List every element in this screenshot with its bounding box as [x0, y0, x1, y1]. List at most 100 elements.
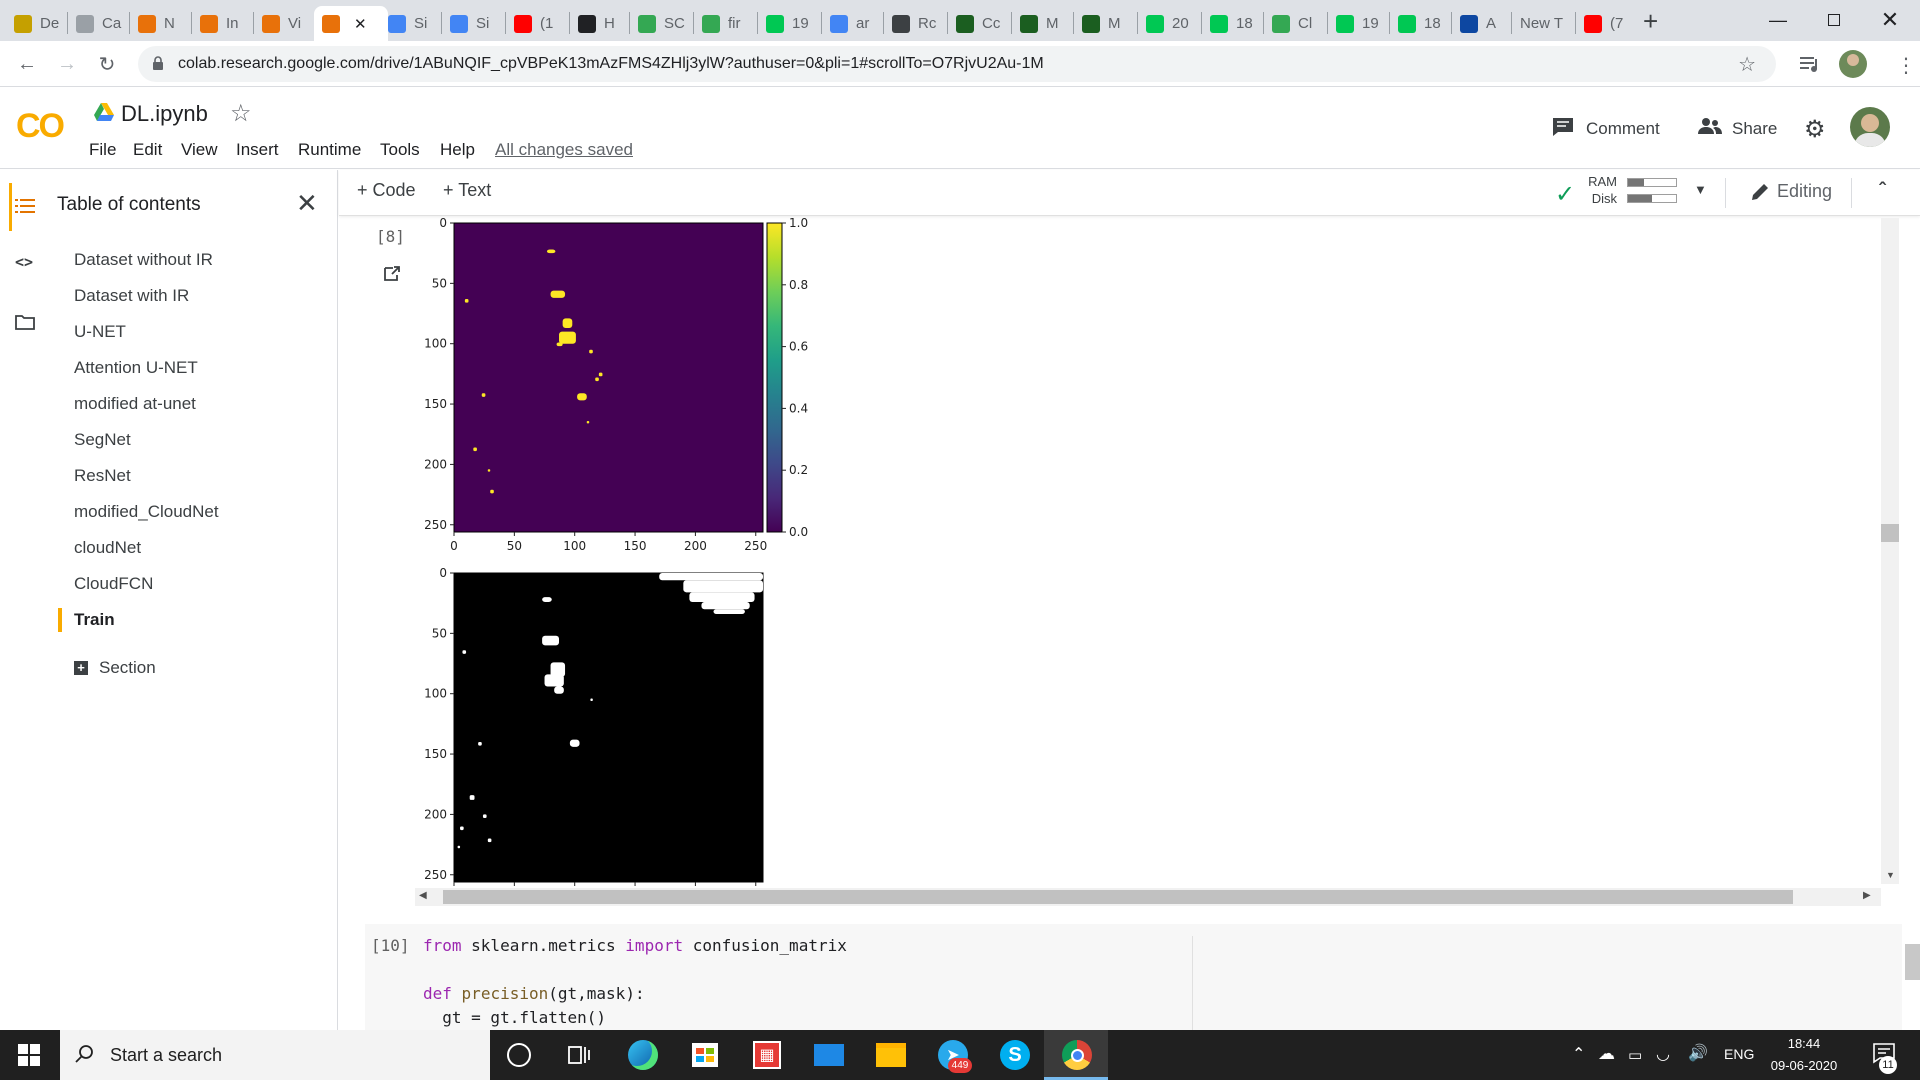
page-scrollbar-thumb[interactable]: [1905, 944, 1920, 980]
output-menu-icon[interactable]: [382, 264, 402, 284]
scroll-down-arrow-icon[interactable]: ▼: [1886, 870, 1895, 880]
profile-avatar[interactable]: [1839, 50, 1867, 78]
browser-tab[interactable]: Si: [380, 6, 440, 41]
toc-item-modified-cloudnet[interactable]: modified_CloudNet: [74, 502, 219, 522]
browser-tab[interactable]: 18: [1202, 6, 1262, 41]
toc-icon[interactable]: [15, 198, 35, 214]
resources-dropdown-icon[interactable]: ▼: [1694, 182, 1707, 197]
output-horizontal-scrollbar[interactable]: ◀ ▶: [415, 888, 1881, 906]
new-tab-icon[interactable]: +: [1643, 6, 1658, 37]
clock-date[interactable]: 09-06-2020: [1762, 1058, 1846, 1073]
scroll-right-arrow-icon[interactable]: ▶: [1863, 890, 1871, 901]
browser-tab[interactable]: 19: [1328, 6, 1388, 41]
toc-item-unet[interactable]: U-NET: [74, 322, 126, 342]
menu-help[interactable]: Help: [440, 140, 475, 160]
share-icon[interactable]: [1697, 117, 1723, 135]
close-panel-icon[interactable]: ✕: [296, 188, 318, 219]
media-control-icon[interactable]: [1798, 53, 1822, 75]
comment-icon[interactable]: [1552, 117, 1574, 137]
share-button[interactable]: Share: [1732, 119, 1777, 139]
wifi-icon[interactable]: ◡: [1656, 1044, 1670, 1064]
skype-icon[interactable]: S: [994, 1034, 1036, 1076]
cortana-icon[interactable]: [507, 1043, 531, 1067]
onedrive-icon[interactable]: ☁: [1598, 1044, 1615, 1064]
windows-start-icon[interactable]: [18, 1044, 40, 1066]
browser-tab[interactable]: (7: [1576, 6, 1636, 41]
browser-tab[interactable]: H: [570, 6, 630, 41]
edit-pencil-icon[interactable]: [1750, 182, 1770, 202]
restore-icon[interactable]: [1806, 0, 1862, 40]
toc-item-train[interactable]: Train: [74, 610, 115, 630]
toc-item-modified-at-unet[interactable]: modified at-unet: [74, 394, 196, 414]
browser-tab[interactable]: Vi: [254, 6, 314, 41]
menu-edit[interactable]: Edit: [133, 140, 162, 160]
browser-tab[interactable]: fir: [694, 6, 756, 41]
minimize-icon[interactable]: —: [1750, 0, 1806, 40]
output-vertical-scrollbar[interactable]: ▼: [1881, 218, 1899, 884]
close-window-icon[interactable]: ✕: [1862, 0, 1918, 40]
add-code-button[interactable]: + Code: [357, 180, 416, 201]
ram-usage-bar[interactable]: [1627, 178, 1677, 187]
browser-tab[interactable]: In: [192, 6, 252, 41]
browser-tab[interactable]: M: [1012, 6, 1072, 41]
toc-item-segnet[interactable]: SegNet: [74, 430, 131, 450]
toc-item-cloudnet[interactable]: cloudNet: [74, 538, 141, 558]
code-snippets-icon[interactable]: <>: [15, 253, 33, 271]
edge-icon[interactable]: [622, 1034, 664, 1076]
address-bar[interactable]: colab.research.google.com/drive/1ABuNQIF…: [138, 46, 1776, 82]
store-icon[interactable]: [684, 1034, 726, 1076]
browser-menu-icon[interactable]: ⋮: [1896, 53, 1916, 78]
disk-usage-bar[interactable]: [1627, 194, 1677, 203]
clock-time[interactable]: 18:44: [1768, 1036, 1840, 1051]
menu-runtime[interactable]: Runtime: [298, 140, 361, 160]
notebook-title[interactable]: DL.ipynb: [121, 101, 208, 127]
chrome-icon[interactable]: [1056, 1034, 1098, 1076]
taskbar-search-box[interactable]: Start a search: [60, 1030, 490, 1080]
browser-tab[interactable]: SC: [630, 6, 692, 41]
toc-item-dataset-with-ir[interactable]: Dataset with IR: [74, 286, 189, 306]
browser-tab[interactable]: Ca: [68, 6, 128, 41]
save-status[interactable]: All changes saved: [495, 140, 633, 160]
toc-item-attention-unet[interactable]: Attention U-NET: [74, 358, 198, 378]
comment-button[interactable]: Comment: [1586, 119, 1660, 139]
browser-tab[interactable]: Rc: [884, 6, 946, 41]
file-explorer-icon[interactable]: [870, 1034, 912, 1076]
output-horizontal-thumb[interactable]: [443, 890, 1793, 904]
menu-view[interactable]: View: [181, 140, 218, 160]
browser-tab[interactable]: N: [130, 6, 190, 41]
add-section-button[interactable]: Section: [99, 658, 156, 678]
user-avatar[interactable]: [1850, 107, 1890, 147]
colab-logo[interactable]: CO: [16, 107, 65, 146]
battery-icon[interactable]: ▭: [1628, 1046, 1642, 1064]
files-folder-icon[interactable]: [15, 314, 35, 330]
browser-tab[interactable]: Cc: [948, 6, 1010, 41]
editing-mode-label[interactable]: Editing: [1777, 181, 1832, 202]
mail-icon[interactable]: [808, 1034, 850, 1076]
toc-item-resnet[interactable]: ResNet: [74, 466, 131, 486]
task-view-icon[interactable]: [568, 1044, 592, 1066]
browser-tab[interactable]: ✕: [314, 6, 388, 41]
menu-file[interactable]: File: [89, 140, 116, 160]
forward-icon[interactable]: →: [52, 49, 82, 79]
browser-tab[interactable]: A: [1452, 6, 1514, 41]
toc-item-cloudfcn[interactable]: CloudFCN: [74, 574, 153, 594]
browser-tab[interactable]: New T: [1512, 6, 1574, 41]
browser-tab[interactable]: 20: [1138, 6, 1200, 41]
browser-tab[interactable]: 19: [758, 6, 818, 41]
reload-icon[interactable]: ↻: [92, 49, 122, 79]
browser-tab[interactable]: M: [1074, 6, 1136, 41]
show-hidden-icons[interactable]: ⌃: [1572, 1044, 1585, 1064]
scroll-left-arrow-icon[interactable]: ◀: [419, 890, 427, 901]
collapse-header-icon[interactable]: ˆ: [1879, 180, 1886, 203]
toc-item-dataset-without-ir[interactable]: Dataset without IR: [74, 250, 213, 270]
browser-tab[interactable]: De: [6, 6, 66, 41]
close-tab-icon[interactable]: ✕: [354, 15, 367, 33]
menu-insert[interactable]: Insert: [236, 140, 279, 160]
star-icon[interactable]: ☆: [230, 99, 252, 128]
browser-tab[interactable]: (1: [506, 6, 568, 41]
browser-tab[interactable]: 18: [1390, 6, 1450, 41]
back-icon[interactable]: ←: [12, 49, 42, 79]
browser-tab[interactable]: Cl: [1264, 6, 1326, 41]
gift-app-icon[interactable]: ▦: [746, 1034, 788, 1076]
language-indicator[interactable]: ENG: [1724, 1046, 1754, 1062]
